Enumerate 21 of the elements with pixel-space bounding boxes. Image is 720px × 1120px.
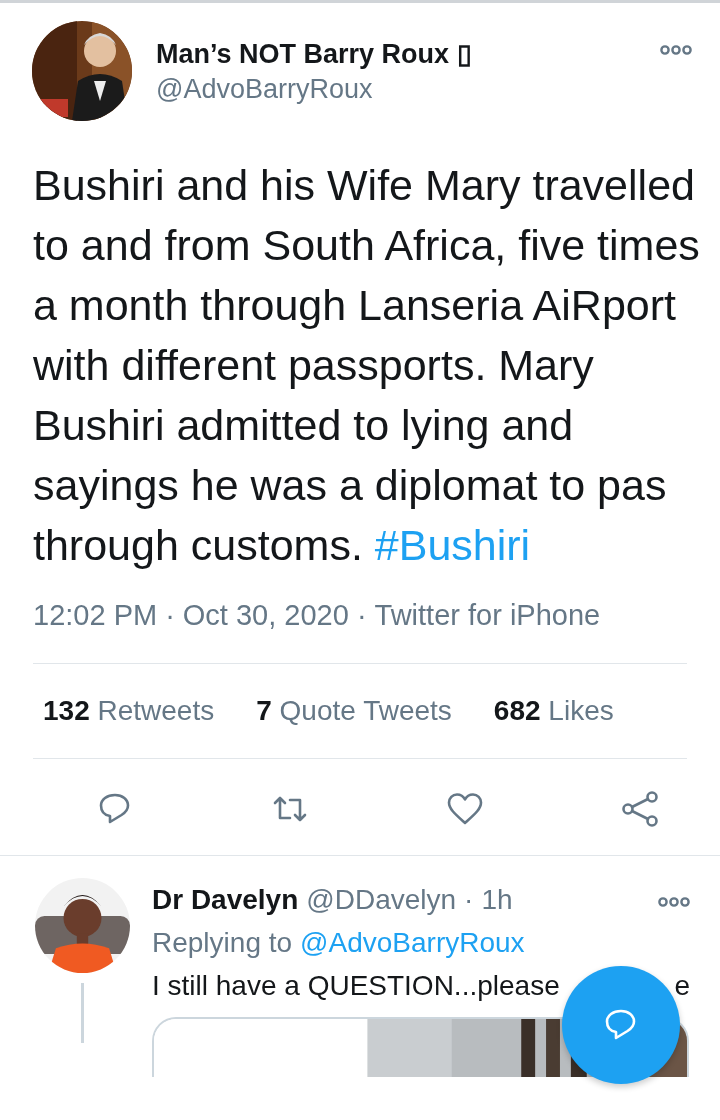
reply-author-name[interactable]: Dr Davelyn (152, 878, 299, 921)
user-name[interactable]: Man’s NOT Barry Roux ▯ (156, 37, 660, 71)
tweet-date: Oct 30, 2020 (182, 598, 349, 633)
more-icon[interactable] (660, 43, 692, 56)
reply-time: 1h (481, 883, 513, 917)
separator-dot: · (165, 598, 175, 633)
reply-text: e (674, 969, 690, 1003)
stat-link[interactable]: 7 Quote Tweets (256, 690, 452, 732)
reply-text: I still have a QUESTION...please (152, 969, 560, 1003)
more-icon[interactable] (658, 895, 690, 908)
reply-author-handle[interactable]: @DDavelyn (306, 878, 457, 921)
separator-dot: · (464, 883, 474, 917)
source-link[interactable]: Twitter for iPhone (374, 597, 601, 633)
stat-link[interactable]: 132 Retweets (43, 690, 215, 732)
user-handle[interactable]: @AdvoBarryRoux (156, 71, 660, 107)
replying-label: Replying to (152, 926, 293, 960)
tweet-text: Bushiri and his Wife Mary travelled to and from South Africa, five times a month through Lanseria AiRport with different passports. Mary Bushiri admitted to lying and sayings he was a diplomat to pas through customs. #Bushiri (32, 160, 701, 571)
stat-link[interactable]: 682 Likes (493, 690, 614, 732)
tweet-time: 12:02 PM (33, 598, 158, 633)
separator-dot: · (356, 598, 367, 633)
share-icon[interactable] (620, 789, 660, 829)
